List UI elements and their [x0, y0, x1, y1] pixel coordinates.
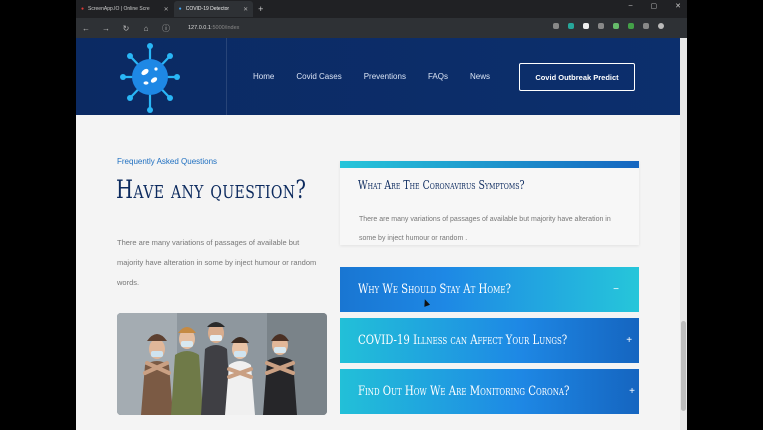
tab-bar: ● ScreenApp.IO | Online Scre ✕ ● COVID-1… [76, 0, 687, 18]
expand-plus-icon[interactable]: + [629, 386, 635, 397]
collapse-minus-icon[interactable]: − [611, 284, 621, 295]
faq-question[interactable]: COVID-19 Illness can Affect Your Lungs? [358, 333, 567, 348]
nav-faqs[interactable]: FAQs [428, 72, 448, 81]
site-header: Home Covid Cases Preventions FAQs News C… [76, 38, 687, 115]
extension-icon[interactable] [613, 23, 619, 29]
extension-icon[interactable] [598, 23, 604, 29]
close-tab-icon[interactable]: ✕ [164, 6, 169, 13]
extension-icon[interactable] [628, 23, 634, 29]
home-icon[interactable]: ⌂ [142, 24, 150, 33]
back-arrow-icon[interactable]: ← [82, 24, 90, 33]
address-bar: ← → ↻ ⌂ ⓘ 127.0.0.1:5000/index [76, 18, 687, 38]
faq-question[interactable]: Find Out How We Are Monitoring Corona? [358, 384, 569, 399]
extensions-toolbar [553, 23, 679, 29]
close-window-icon[interactable]: ✕ [675, 2, 681, 10]
faq-answer: There are many variations of passages of… [359, 216, 611, 242]
expand-plus-icon[interactable]: + [626, 335, 632, 346]
nav-news[interactable]: News [470, 72, 490, 81]
faq-section: Frequently Asked Questions Have any ques… [76, 115, 687, 430]
faq-question[interactable]: What Are The Coronavirus Symptoms? [358, 178, 525, 192]
nav-covid-cases[interactable]: Covid Cases [296, 72, 341, 81]
section-eyebrow: Frequently Asked Questions [117, 157, 218, 166]
faq-item-stay-home[interactable]: Why We Should Stay At Home? − [340, 267, 639, 312]
browser-window: ● ScreenApp.IO | Online Scre ✕ ● COVID-1… [76, 0, 687, 430]
faq-item-lungs[interactable]: COVID-19 Illness can Affect Your Lungs? … [340, 318, 639, 363]
covid-outbreak-predict-button[interactable]: Covid Outbreak Predict [519, 63, 635, 91]
favorites-icon[interactable] [643, 23, 649, 29]
scrollbar-thumb[interactable] [681, 321, 686, 411]
extension-icon[interactable] [568, 23, 574, 29]
tab-covid-detector[interactable]: ● COVID-19 Detector ✕ [173, 1, 254, 17]
faq-item-expanded[interactable]: What Are The Coronavirus Symptoms? There… [340, 161, 639, 245]
search-icon[interactable] [553, 23, 559, 29]
faq-question[interactable]: Why We Should Stay At Home? [358, 282, 555, 297]
tab-favicon-icon: ● [81, 6, 85, 12]
tab-favicon-icon: ● [178, 6, 182, 12]
section-title: Have any question? [116, 175, 307, 204]
page-scrollbar[interactable] [680, 38, 687, 430]
main-menu: Home Covid Cases Preventions FAQs News [253, 72, 512, 81]
info-icon[interactable]: ⓘ [162, 23, 170, 34]
forward-arrow-icon[interactable]: → [102, 24, 110, 33]
url-field[interactable]: 127.0.0.1:5000/index [188, 25, 239, 31]
maximize-icon[interactable]: ▢ [651, 2, 658, 10]
extension-icon[interactable] [583, 23, 589, 29]
nav-preventions[interactable]: Preventions [364, 72, 406, 81]
new-tab-button[interactable]: + [253, 1, 268, 17]
close-tab-icon[interactable]: ✕ [243, 6, 248, 13]
header-divider [226, 38, 227, 115]
tab-label: COVID-19 Detector [185, 6, 230, 12]
tab-label: ScreenApp.IO | Online Scre [88, 6, 150, 12]
profile-avatar[interactable] [658, 23, 664, 29]
section-description: There are many variations of passages of… [117, 238, 317, 287]
virus-logo-icon[interactable] [120, 40, 180, 115]
mask-people-photo [117, 313, 327, 415]
reload-icon[interactable]: ↻ [122, 24, 130, 33]
more-menu-icon[interactable] [673, 23, 679, 29]
window-controls: – ▢ ✕ [629, 2, 681, 10]
nav-home[interactable]: Home [253, 72, 274, 81]
faq-item-monitoring[interactable]: Find Out How We Are Monitoring Corona? + [340, 369, 639, 414]
minimize-icon[interactable]: – [629, 2, 633, 10]
faq-accordion: What Are The Coronavirus Symptoms? There… [340, 161, 639, 414]
tab-screenapp[interactable]: ● ScreenApp.IO | Online Scre ✕ [76, 1, 174, 17]
